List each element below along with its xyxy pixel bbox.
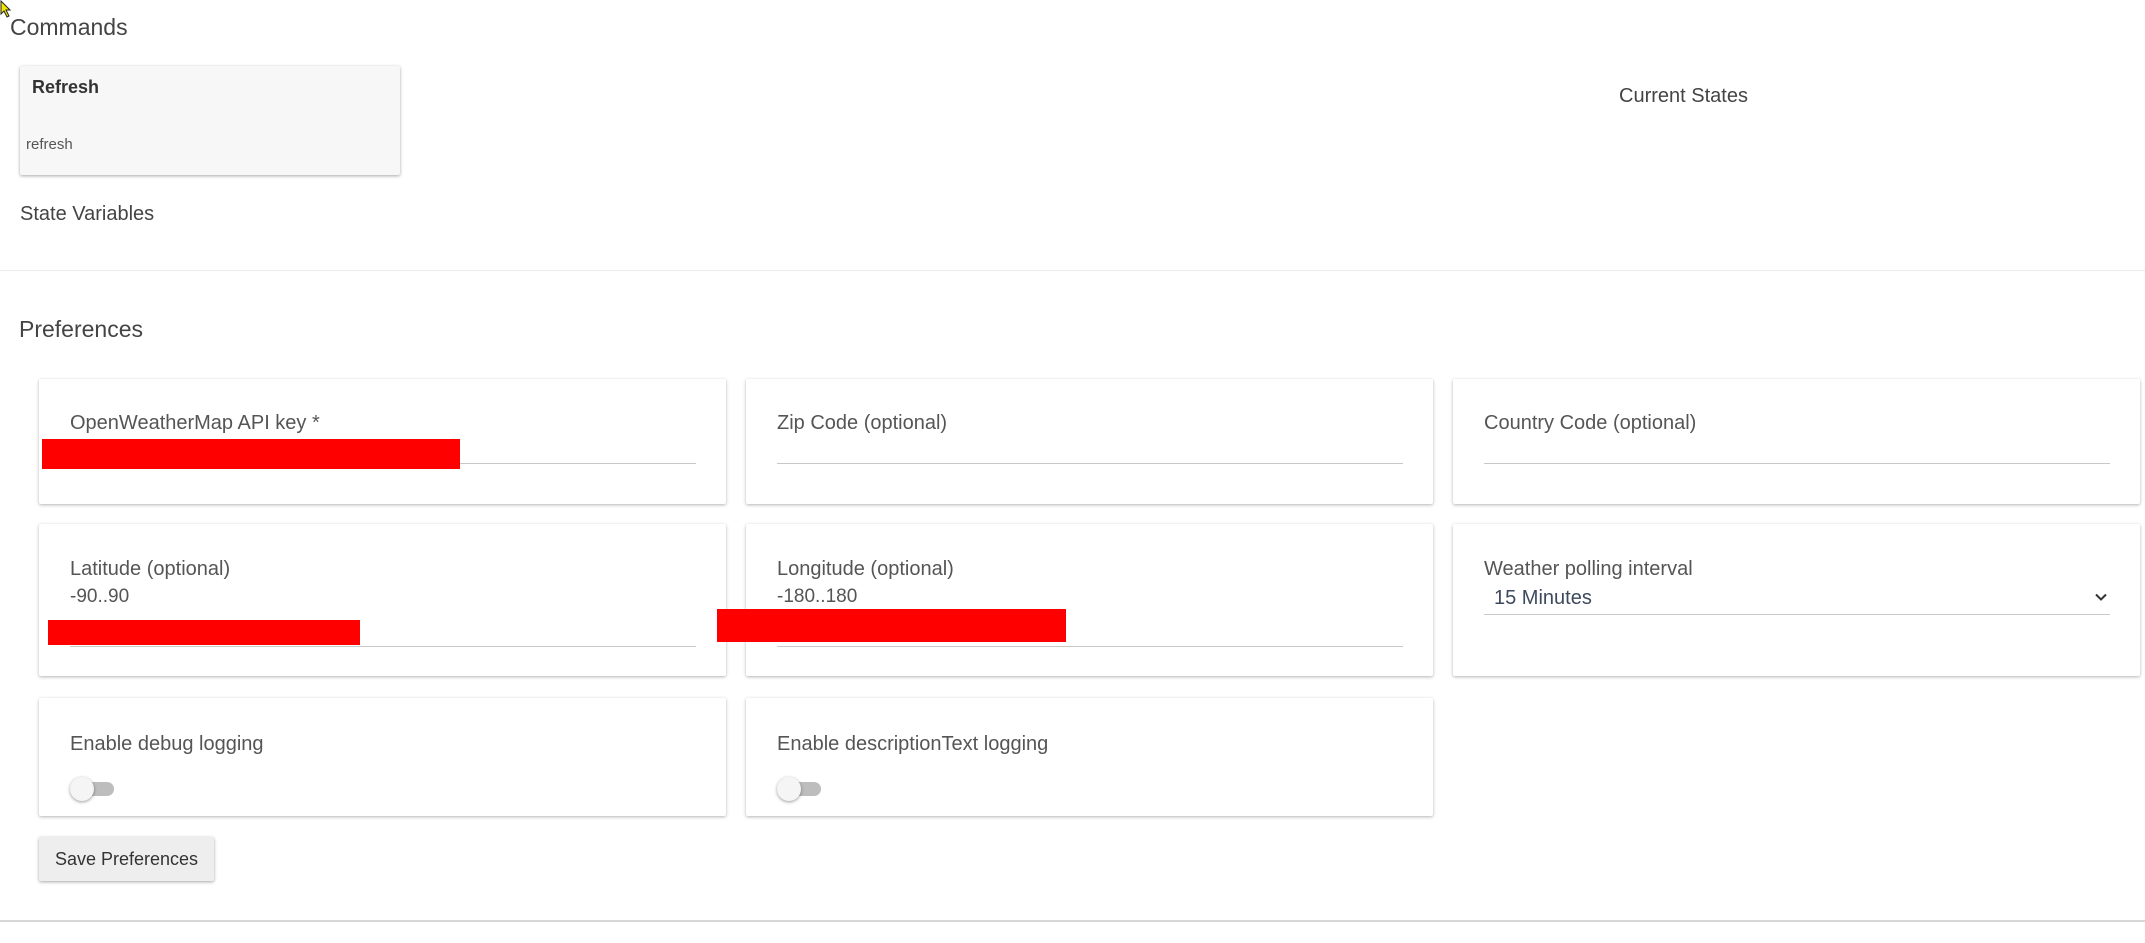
polling-interval-value: 15 Minutes xyxy=(1494,587,1592,609)
polling-interval-select[interactable]: 15 Minutes xyxy=(1484,582,2110,615)
section-divider xyxy=(0,920,2145,922)
api-key-label: OpenWeatherMap API key * xyxy=(70,412,320,434)
debug-logging-label: Enable debug logging xyxy=(70,733,264,755)
api-key-card: OpenWeatherMap API key * xyxy=(39,379,726,504)
toggle-knob xyxy=(777,777,801,801)
country-code-input[interactable] xyxy=(1484,435,2110,464)
description-logging-card: Enable descriptionText logging xyxy=(746,698,1433,816)
state-variables-title: State Variables xyxy=(20,203,155,225)
chevron-down-icon xyxy=(2095,593,2107,601)
current-states-title: Current States xyxy=(1619,85,1748,107)
zip-code-input[interactable] xyxy=(777,435,1403,464)
device-details-page: Commands Refresh refresh Current States … xyxy=(0,0,2145,943)
latitude-card: Latitude (optional) -90..90 xyxy=(39,524,726,676)
refresh-command-button[interactable]: Refresh refresh xyxy=(20,66,400,175)
section-divider xyxy=(0,270,2145,271)
command-method: refresh xyxy=(26,136,73,153)
longitude-range-hint: -180..180 xyxy=(777,586,858,607)
debug-logging-toggle[interactable] xyxy=(70,776,116,801)
redaction-block xyxy=(717,609,1066,642)
polling-interval-card: Weather polling interval 15 Minutes xyxy=(1453,524,2140,676)
save-preferences-button[interactable]: Save Preferences xyxy=(39,837,214,881)
country-code-card: Country Code (optional) xyxy=(1453,379,2140,504)
redaction-block xyxy=(48,620,360,645)
command-name: Refresh xyxy=(32,77,100,97)
debug-logging-card: Enable debug logging xyxy=(39,698,726,816)
latitude-label: Latitude (optional) xyxy=(70,558,231,580)
preferences-section-title: Preferences xyxy=(19,316,144,342)
description-logging-label: Enable descriptionText logging xyxy=(777,733,1049,755)
zip-code-card: Zip Code (optional) xyxy=(746,379,1433,504)
commands-section-title: Commands xyxy=(10,14,128,40)
country-code-label: Country Code (optional) xyxy=(1484,412,1697,434)
longitude-label: Longitude (optional) xyxy=(777,558,954,580)
latitude-range-hint: -90..90 xyxy=(70,586,130,607)
longitude-card: Longitude (optional) -180..180 xyxy=(746,524,1433,676)
polling-interval-label: Weather polling interval xyxy=(1484,558,1693,580)
description-logging-toggle[interactable] xyxy=(777,776,823,801)
zip-code-label: Zip Code (optional) xyxy=(777,412,948,434)
toggle-knob xyxy=(70,777,94,801)
redaction-block xyxy=(42,439,460,469)
